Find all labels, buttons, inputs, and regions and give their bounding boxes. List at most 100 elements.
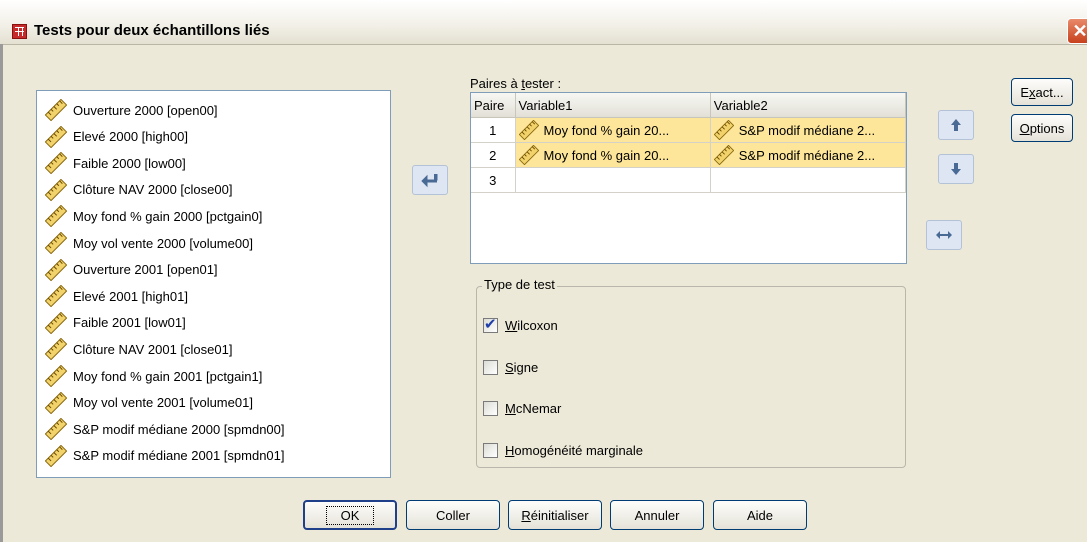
dialog-title: Tests pour deux échantillons liés: [34, 22, 270, 39]
dialog-window: Tests pour deux échantillons liés ✕ Ouve…: [0, 0, 1087, 542]
pair-row[interactable]: 1 Moy fond % gain 20... S&P modif médiane …: [471, 117, 907, 143]
variable-list-item[interactable]: Elevé 2000 [high00]: [45, 124, 188, 150]
checkbox-icon[interactable]: [483, 443, 498, 458]
col-header-pair[interactable]: Paire: [471, 93, 516, 118]
pairs-grid[interactable]: Paire Variable1 Variable2 1 Moy fond % ga…: [470, 92, 907, 264]
pair-variable2-cell[interactable]: [710, 167, 907, 193]
exact-button[interactable]: Ex act...: [1011, 78, 1073, 106]
move-up-button[interactable]: [938, 110, 974, 140]
help-button[interactable]: Aide: [713, 500, 807, 530]
pair-variable2-label: S&P modif médiane 2...: [738, 147, 876, 163]
variable-label: Clôture NAV 2000 [close00]: [73, 182, 233, 198]
variable-label: Ouverture 2001 [open01]: [73, 262, 218, 278]
pair-variable2-cell[interactable]: S&P modif médiane 2...: [710, 117, 907, 143]
scale-variable-icon: [45, 285, 67, 308]
variable-list-item[interactable]: Ouverture 2001 [open01]: [45, 257, 218, 283]
scale-variable-icon: [45, 125, 67, 148]
move-down-button[interactable]: [938, 154, 974, 184]
scale-variable-icon: [45, 391, 67, 414]
ok-button[interactable]: OK: [303, 500, 397, 530]
move-right-button[interactable]: [412, 165, 448, 195]
pair-number: 1: [471, 117, 516, 143]
options-button[interactable]: Options: [1011, 114, 1073, 142]
swap-button[interactable]: [926, 220, 962, 250]
variable-label: Moy fond % gain 2001 [pctgain1]: [73, 368, 263, 384]
variable-label: Elevé 2001 [high01]: [73, 288, 188, 304]
scale-variable-icon: [45, 232, 67, 254]
pair-variable1-label: Moy fond % gain 20...: [543, 147, 670, 163]
test-option-label: Signe: [505, 360, 539, 375]
variable-label: Moy vol vente 2001 [volume01]: [73, 395, 253, 411]
test-option-label: Wilcoxon: [505, 318, 558, 333]
test-type-legend: Type de test: [482, 277, 557, 292]
test-option-label: Homogénéité marginale: [505, 443, 644, 458]
checkbox-icon[interactable]: [483, 360, 498, 375]
variable-label: Ouverture 2000 [open00]: [73, 102, 218, 118]
pair-number: 2: [471, 142, 516, 168]
title-bar: Tests pour deux échantillons liés ✕: [0, 0, 1087, 45]
arrow-up-icon: [951, 119, 961, 131]
test-option-label: McNemar: [505, 401, 562, 416]
scale-variable-icon: [45, 258, 67, 281]
variable-label: Moy fond % gain 2000 [pctgain0]: [73, 208, 263, 224]
col-header-variable1[interactable]: Variable1: [515, 93, 711, 118]
app-icon: [12, 24, 27, 39]
pair-variable2-label: S&P modif médiane 2...: [738, 122, 876, 138]
test-option-checkbox[interactable]: McNemar: [483, 401, 561, 416]
variable-list-item[interactable]: Faible 2000 [low00]: [45, 150, 186, 176]
pair-number: 3: [471, 167, 516, 193]
checkbox-icon[interactable]: [483, 401, 498, 416]
paste-button[interactable]: Coller: [406, 500, 500, 530]
test-type-group: [476, 286, 906, 468]
variable-label: Elevé 2000 [high00]: [73, 129, 188, 145]
pair-variable1-cell[interactable]: Moy fond % gain 20...: [515, 142, 711, 168]
variable-list-item[interactable]: Moy vol vente 2000 [volume00]: [45, 230, 253, 256]
test-option-checkbox[interactable]: Homogénéité marginale: [483, 443, 643, 458]
variable-label: S&P modif médiane 2001 [spmdn01]: [73, 448, 285, 464]
pair-row[interactable]: 3: [471, 167, 907, 193]
scale-variable-icon: [45, 365, 67, 387]
scale-variable-icon: [45, 311, 67, 334]
scale-variable-icon: [45, 338, 67, 361]
variable-list-item[interactable]: S&P modif médiane 2001 [spmdn01]: [45, 443, 285, 469]
scale-variable-icon: [45, 99, 67, 121]
col-header-variable2[interactable]: Variable2: [710, 93, 907, 118]
test-option-checkbox[interactable]: Wilcoxon: [483, 315, 558, 333]
variable-list-item[interactable]: Ouverture 2000 [open00]: [45, 97, 218, 123]
pair-row[interactable]: 2 Moy fond % gain 20... S&P modif médiane …: [471, 142, 907, 168]
checkbox-icon[interactable]: [483, 315, 498, 333]
variable-list-item[interactable]: Moy fond % gain 2000 [pctgain0]: [45, 203, 262, 229]
scale-variable-icon: [713, 145, 734, 165]
reset-button[interactable]: Réinitialiser: [508, 500, 602, 530]
variable-list-item[interactable]: S&P modif médiane 2000 [spmdn00]: [45, 416, 285, 442]
arrow-down-icon: [951, 163, 961, 175]
pairs-label: Paires à tester :: [470, 76, 562, 91]
variable-label: Moy vol vente 2000 [volume00]: [73, 235, 253, 251]
close-button[interactable]: ✕: [1067, 18, 1087, 44]
variable-list-item[interactable]: Clôture NAV 2001 [close01]: [45, 336, 232, 362]
scale-variable-icon: [45, 205, 67, 228]
scale-variable-icon: [518, 145, 539, 165]
cancel-button[interactable]: Annuler: [610, 500, 704, 530]
pair-variable1-cell[interactable]: Moy fond % gain 20...: [515, 117, 711, 143]
variable-label: Faible 2000 [low00]: [73, 155, 186, 171]
window-border: [0, 44, 3, 542]
scale-variable-icon: [45, 178, 67, 201]
variable-label: Faible 2001 [low01]: [73, 315, 186, 331]
variable-list-item[interactable]: Clôture NAV 2000 [close00]: [45, 177, 232, 203]
variable-list-item[interactable]: Faible 2001 [low01]: [45, 310, 186, 336]
scale-variable-icon: [45, 152, 67, 175]
variable-label: S&P modif médiane 2000 [spmdn00]: [73, 421, 285, 437]
scale-variable-icon: [45, 418, 67, 441]
variable-label: Clôture NAV 2001 [close01]: [73, 341, 233, 357]
source-variable-list[interactable]: Ouverture 2000 [open00] Elevé 2000 [high0…: [36, 90, 391, 478]
test-option-checkbox[interactable]: Signe: [483, 360, 538, 375]
scale-variable-icon: [713, 120, 734, 140]
variable-list-item[interactable]: Elevé 2001 [high01]: [45, 283, 188, 309]
pair-variable1-cell[interactable]: [515, 167, 711, 193]
variable-list-item[interactable]: Moy vol vente 2001 [volume01]: [45, 390, 253, 416]
pair-variable2-cell[interactable]: S&P modif médiane 2...: [710, 142, 907, 168]
pair-variable1-label: Moy fond % gain 20...: [543, 122, 670, 138]
swap-arrows-icon: [936, 231, 952, 239]
variable-list-item[interactable]: Moy fond % gain 2001 [pctgain1]: [45, 363, 262, 389]
